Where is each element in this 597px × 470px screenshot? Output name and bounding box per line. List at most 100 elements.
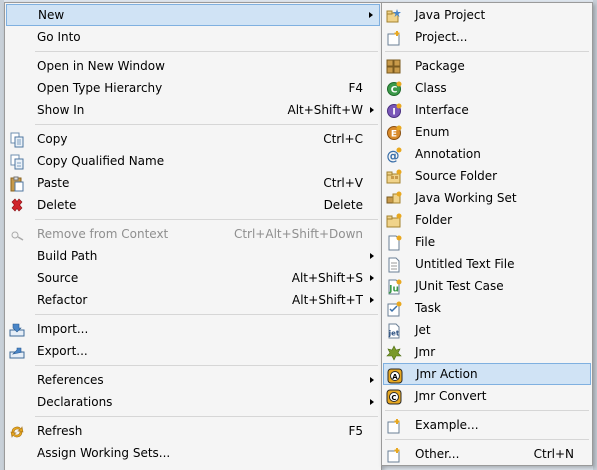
jmr-action-icon: A [387,368,403,384]
menu-item-label: Refresh [37,424,83,438]
jmr-convert-icon: C [386,389,402,405]
context-menu: New Go Into Open in New Window Open Type… [4,2,382,470]
junit-icon: Ju [386,279,402,295]
menu-item-references[interactable]: References [6,369,380,391]
menu-separator [385,51,589,52]
submenu-item-label: Jmr [415,345,436,359]
text-file-icon [386,257,402,273]
submenu-item-file[interactable]: File [383,231,591,253]
menu-item-declarations[interactable]: Declarations [6,391,380,413]
shortcut-label: Ctrl+N [533,447,574,461]
class-icon: C [386,81,402,97]
menu-separator [35,51,378,52]
submenu-item-other[interactable]: Other... Ctrl+N [383,443,591,465]
menu-item-label: Import... [37,322,89,336]
menu-item-go-into[interactable]: Go Into [6,26,380,48]
submenu-item-jmr[interactable]: Jmr [383,341,591,363]
shortcut-label: Ctrl+Alt+Shift+Down [233,227,363,241]
menu-item-label: Show In [37,103,85,117]
shortcut-label: Ctrl+C [323,132,363,146]
menu-item-paste[interactable]: Paste Ctrl+V [6,172,380,194]
submenu-item-annotation[interactable]: @ Annotation [383,143,591,165]
java-project-icon [386,8,402,24]
menu-item-open-new-window[interactable]: Open in New Window [6,55,380,77]
menu-item-label: Remove from Context [37,227,169,241]
submenu-item-untitled-text-file[interactable]: Untitled Text File [383,253,591,275]
copy-qualified-icon [9,154,25,170]
submenu-item-label: Annotation [415,147,481,161]
submenu-item-label: Jmr Action [416,367,478,381]
menu-item-assign-working-sets[interactable]: Assign Working Sets... [6,442,380,464]
menu-item-label: Source [37,271,79,285]
menu-separator [385,439,589,440]
submenu-item-junit-test-case[interactable]: Ju JUnit Test Case [383,275,591,297]
submenu-item-example[interactable]: Example... [383,414,591,436]
other-icon [386,447,402,463]
menu-item-label: Paste [37,176,70,190]
menu-item-open-type-hierarchy[interactable]: Open Type Hierarchy F4 [6,77,380,99]
menu-item-remove-from-context[interactable]: Remove from Context Ctrl+Alt+Shift+Down [6,223,380,245]
submenu-item-label: Untitled Text File [415,257,515,271]
refresh-icon [9,424,25,440]
submenu-item-label: JUnit Test Case [415,279,504,293]
svg-text:E: E [391,130,397,140]
project-icon [386,30,402,46]
menu-item-delete[interactable]: Delete Delete [6,194,380,216]
export-icon [9,344,25,360]
submenu-item-folder[interactable]: Folder [383,209,591,231]
submenu-item-project[interactable]: Project... [383,26,591,48]
menu-separator [35,365,378,366]
submenu-item-source-folder[interactable]: Source Folder [383,165,591,187]
menu-item-export[interactable]: Export... [6,340,380,362]
menu-item-label: Copy Qualified Name [37,154,165,168]
submenu-item-label: Java Project [415,8,486,22]
submenu-arrow-icon [370,297,374,303]
submenu-item-interface[interactable]: I Interface [383,99,591,121]
menu-item-copy[interactable]: Copy Ctrl+C [6,128,380,150]
submenu-item-jmr-convert[interactable]: C Jmr Convert [383,385,591,407]
package-icon [386,59,402,75]
task-icon [386,301,402,317]
submenu-item-jmr-action[interactable]: A Jmr Action [383,363,591,385]
menu-item-build-path[interactable]: Build Path [6,245,380,267]
menu-separator [35,219,378,220]
menu-separator [35,314,378,315]
submenu-item-java-working-set[interactable]: Java Working Set [383,187,591,209]
menu-item-source[interactable]: Source Alt+Shift+S [6,267,380,289]
menu-item-label: Declarations [37,395,113,409]
remove-context-icon [9,227,25,243]
paste-icon [9,176,25,192]
menu-item-refactor[interactable]: Refactor Alt+Shift+T [6,289,380,311]
menu-item-new[interactable]: New [6,4,380,26]
submenu-item-class[interactable]: C Class [383,77,591,99]
submenu-item-jet[interactable]: jet Jet [383,319,591,341]
menu-separator [35,416,378,417]
submenu-item-java-project[interactable]: Java Project [383,4,591,26]
annotation-icon: @ [386,147,402,163]
menu-item-label: Go Into [37,30,81,44]
delete-icon [9,198,25,214]
submenu-item-label: Folder [415,213,453,227]
menu-item-show-in[interactable]: Show In Alt+Shift+W [6,99,380,121]
submenu-arrow-icon [370,253,374,259]
submenu-item-task[interactable]: Task [383,297,591,319]
file-icon [386,235,402,251]
menu-item-copy-qualified-name[interactable]: Copy Qualified Name [6,150,380,172]
menu-item-import[interactable]: Import... [6,318,380,340]
menu-item-label: Refactor [37,293,88,307]
svg-text:jet: jet [388,330,400,338]
import-icon [9,322,25,338]
jet-icon: jet [386,323,402,339]
submenu-item-enum[interactable]: E Enum [383,121,591,143]
submenu-arrow-icon [370,399,374,405]
jmr-leaf-icon [386,345,402,361]
submenu-item-package[interactable]: Package [383,55,591,77]
svg-text:C: C [391,394,396,402]
background-right-strip [593,0,597,470]
svg-text:A: A [392,373,398,381]
menu-item-refresh[interactable]: Refresh F5 [6,420,380,442]
menu-separator [385,410,589,411]
java-working-set-icon [386,191,402,207]
menu-item-label: Delete [37,198,77,212]
svg-text:I: I [392,108,395,118]
